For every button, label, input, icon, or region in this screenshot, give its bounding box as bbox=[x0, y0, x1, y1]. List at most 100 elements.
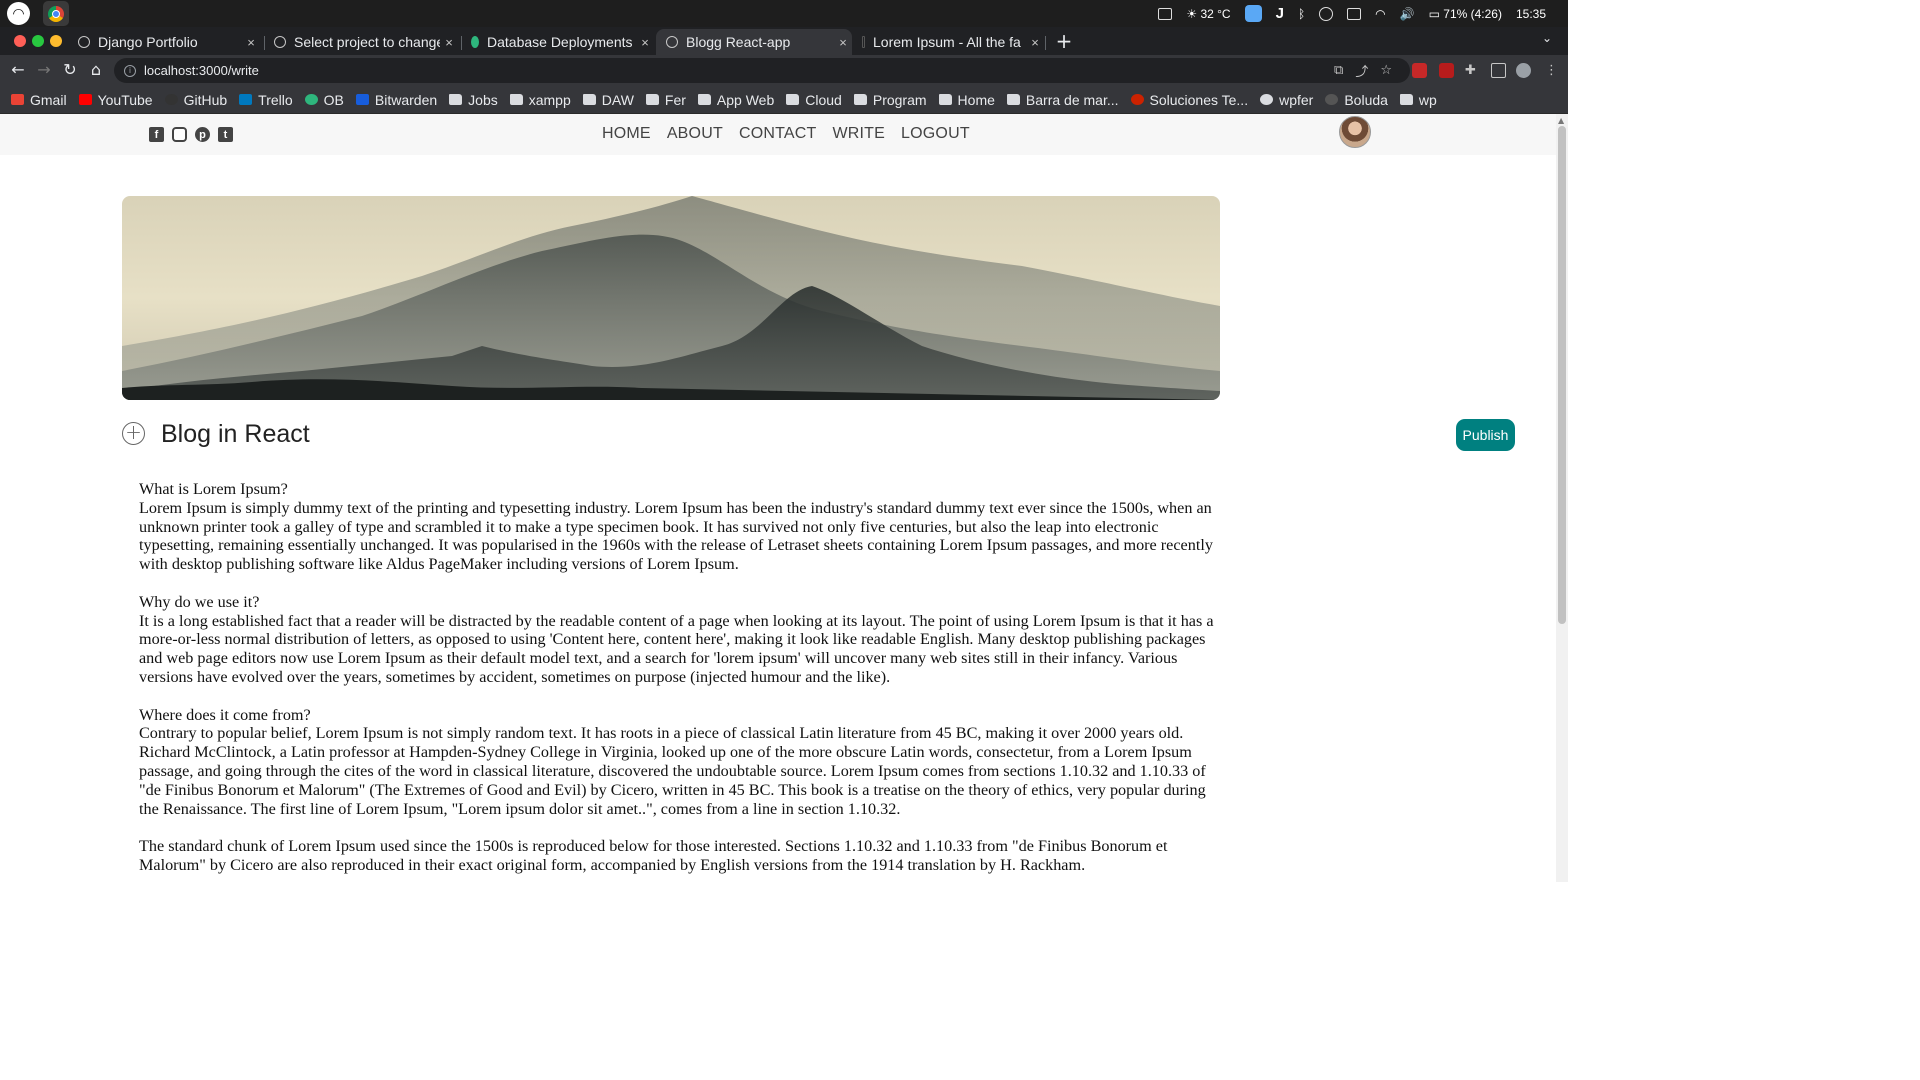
profile-icon[interactable] bbox=[1516, 63, 1531, 78]
nav-about[interactable]: ABOUT bbox=[667, 125, 723, 143]
close-icon[interactable]: × bbox=[1026, 35, 1044, 50]
twitter-icon[interactable]: t bbox=[218, 127, 233, 142]
url-text[interactable]: localhost:3000/write bbox=[144, 63, 259, 78]
bookmark-item[interactable]: Boluda bbox=[1325, 92, 1388, 108]
shield-icon[interactable] bbox=[1312, 0, 1340, 27]
info-icon[interactable]: i bbox=[124, 64, 136, 77]
os-logo-icon[interactable]: ◠ bbox=[7, 2, 30, 25]
bookmark-item[interactable]: Home bbox=[938, 92, 995, 108]
side-panel-icon[interactable] bbox=[1491, 63, 1506, 78]
page-scrollbar[interactable]: ▲ bbox=[1556, 114, 1568, 882]
close-icon[interactable]: × bbox=[440, 35, 458, 50]
tab-select-project[interactable]: Select project to change × bbox=[264, 29, 458, 55]
story-paragraph: What is Lorem Ipsum? Lorem Ipsum is simp… bbox=[139, 480, 1213, 574]
os-top-bar: ◠ ☀ 32 °C J ᛒ ◠ 🔊 ▭ 71% (4:26) 15:35 bbox=[0, 0, 1568, 27]
bookmark-item[interactable]: wp bbox=[1399, 91, 1437, 108]
gmail-notifier-icon[interactable] bbox=[1439, 63, 1454, 78]
folder-icon bbox=[853, 94, 867, 105]
weather-indicator[interactable]: ☀ 32 °C bbox=[1179, 0, 1237, 27]
bookmark-item[interactable]: Fer bbox=[645, 92, 686, 108]
mongodb-leaf-icon bbox=[471, 36, 479, 48]
globe-icon bbox=[274, 36, 286, 48]
chat-app-icon[interactable] bbox=[1238, 0, 1269, 27]
home-icon[interactable]: ⌂ bbox=[87, 61, 105, 79]
wifi-icon[interactable]: ◠ bbox=[1368, 0, 1392, 27]
scroll-up-arrow-icon[interactable]: ▲ bbox=[1558, 116, 1564, 125]
globe-icon bbox=[666, 36, 678, 48]
j-app-icon[interactable]: J bbox=[1269, 0, 1291, 27]
reload-icon[interactable]: ↻ bbox=[61, 61, 79, 79]
tab-django-portfolio[interactable]: Django Portfolio × bbox=[68, 29, 260, 55]
bookmark-item[interactable]: wpfer bbox=[1260, 92, 1313, 108]
nav-home[interactable]: HOME bbox=[602, 125, 651, 143]
close-icon[interactable]: × bbox=[636, 35, 654, 50]
web-page: f p t HOME ABOUT CONTACT WRITE LOGOUT + … bbox=[0, 114, 1556, 882]
maximize-window-button[interactable] bbox=[32, 35, 44, 47]
translate-icon[interactable]: ⧉ bbox=[1334, 63, 1343, 78]
battery-indicator[interactable]: ▭ 71% (4:26) bbox=[1422, 0, 1509, 27]
bookmark-item[interactable]: Jobs bbox=[449, 92, 498, 108]
add-image-button[interactable]: + bbox=[122, 422, 145, 445]
printer-icon[interactable] bbox=[1340, 0, 1368, 27]
share-icon[interactable]: ⤴ bbox=[1355, 61, 1368, 80]
tab-database-deployments[interactable]: Database Deployments | × bbox=[461, 29, 654, 55]
bookmark-label: GitHub bbox=[183, 91, 228, 108]
nav-write[interactable]: WRITE bbox=[832, 125, 885, 143]
story-paragraph: Why do we use it? It is a long establish… bbox=[139, 592, 1214, 686]
new-tab-button[interactable]: + bbox=[1054, 30, 1074, 52]
bookmark-label: DAW bbox=[601, 91, 634, 108]
close-window-button[interactable] bbox=[14, 35, 26, 47]
nav-contact[interactable]: CONTACT bbox=[739, 125, 817, 143]
clock[interactable]: 15:35 bbox=[1509, 0, 1568, 27]
folder-icon bbox=[1006, 94, 1020, 105]
forward-arrow-icon[interactable]: → bbox=[35, 61, 53, 79]
tab-lorem-ipsum[interactable]: Lorem Ipsum - All the fa × bbox=[852, 29, 1044, 55]
folder-icon bbox=[509, 94, 523, 105]
display-icon[interactable] bbox=[1151, 0, 1179, 27]
post-title-input[interactable] bbox=[161, 416, 1361, 452]
menu-dots-icon[interactable]: ⋮ bbox=[1545, 63, 1560, 78]
bookmark-item[interactable]: YouTube bbox=[78, 92, 153, 108]
bookmark-star-icon[interactable]: ☆ bbox=[1380, 63, 1392, 78]
bookmarks-bar: Gmail YouTube GitHub Trello OB Bitwarden Jobs x… bbox=[0, 86, 1568, 114]
bookmark-item[interactable]: Gmail bbox=[11, 92, 67, 108]
user-avatar[interactable] bbox=[1339, 116, 1371, 148]
facebook-icon[interactable]: f bbox=[149, 127, 164, 142]
chrome-app-icon[interactable] bbox=[43, 1, 69, 26]
nav-logout[interactable]: LOGOUT bbox=[901, 125, 970, 143]
bookmark-item[interactable]: Trello bbox=[239, 92, 293, 108]
bookmark-item[interactable]: OB bbox=[304, 92, 344, 108]
bookmark-item[interactable]: Cloud bbox=[786, 92, 842, 108]
extension-red-icon[interactable] bbox=[1412, 63, 1427, 78]
bookmark-item[interactable]: Soluciones Te... bbox=[1130, 92, 1248, 108]
bookmark-label: wp bbox=[1418, 91, 1437, 108]
browser-toolbar: ← → ↻ ⌂ i localhost:3000/write ⧉ ⤴ ☆ ✚ ⋮ bbox=[0, 55, 1568, 86]
bluetooth-icon[interactable]: ᛒ bbox=[1291, 0, 1312, 27]
scrollbar-thumb[interactable] bbox=[1558, 126, 1566, 624]
post-body-textarea[interactable]: What is Lorem Ipsum? Lorem Ipsum is simp… bbox=[139, 480, 1227, 882]
back-arrow-icon[interactable]: ← bbox=[9, 61, 27, 79]
github-icon bbox=[164, 94, 178, 105]
bookmark-item[interactable]: Bitwarden bbox=[355, 92, 437, 108]
bookmark-item[interactable]: DAW bbox=[582, 91, 634, 108]
main-menu: HOME ABOUT CONTACT WRITE LOGOUT bbox=[602, 125, 970, 143]
close-icon[interactable]: × bbox=[242, 35, 260, 50]
folder-icon bbox=[645, 94, 659, 105]
minimize-window-button[interactable] bbox=[50, 35, 62, 47]
bookmark-item[interactable]: Program bbox=[853, 92, 927, 108]
bookmark-item[interactable]: App Web bbox=[697, 92, 774, 108]
close-icon[interactable]: × bbox=[834, 35, 852, 50]
tab-search-chevron-icon[interactable]: ⌄ bbox=[1542, 31, 1552, 45]
bookmark-item[interactable]: Barra de mar... bbox=[1006, 92, 1119, 108]
pinterest-icon[interactable]: p bbox=[195, 127, 210, 142]
misty-mountains-image bbox=[122, 196, 1220, 400]
bookmark-item[interactable]: GitHub bbox=[164, 91, 228, 108]
publish-button[interactable]: Publish bbox=[1456, 419, 1515, 451]
instagram-icon[interactable] bbox=[172, 127, 187, 142]
address-bar[interactable]: i localhost:3000/write ⧉ ⤴ ☆ bbox=[114, 58, 1410, 83]
volume-icon[interactable]: 🔊 bbox=[1393, 0, 1422, 27]
extensions-puzzle-icon[interactable]: ✚ bbox=[1465, 63, 1480, 78]
tab-blogg-react-app[interactable]: Blogg React-app × bbox=[656, 29, 852, 55]
gmail-icon bbox=[11, 94, 24, 105]
bookmark-item[interactable]: xampp bbox=[509, 92, 571, 108]
